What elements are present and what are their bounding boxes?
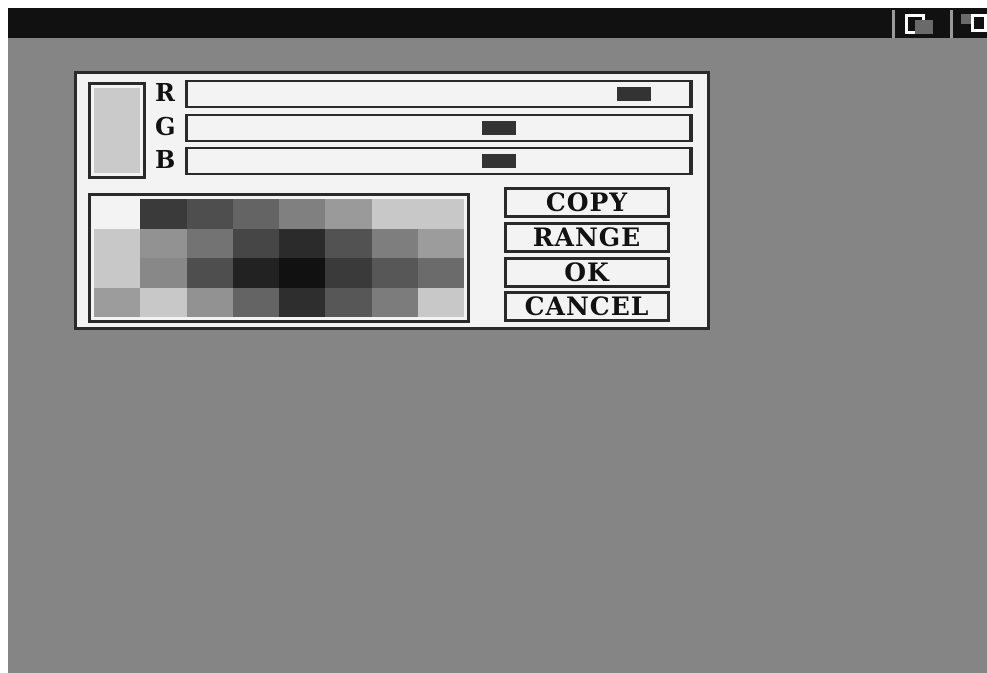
- palette-swatch-21[interactable]: [325, 258, 372, 288]
- blue-slider-row: B: [155, 147, 701, 175]
- palette-swatch-27[interactable]: [232, 287, 279, 317]
- palette-swatch-9[interactable]: [140, 228, 187, 258]
- blue-slider[interactable]: [185, 147, 693, 175]
- palette-swatch-29[interactable]: [325, 287, 372, 317]
- ok-button[interactable]: OK: [504, 257, 670, 288]
- depth-arrange-icon: [905, 14, 933, 34]
- current-color-preview: [88, 82, 146, 179]
- palette-swatch-15[interactable]: [417, 228, 464, 258]
- palette-swatch-17[interactable]: [140, 258, 187, 288]
- palette-swatch-10[interactable]: [186, 228, 233, 258]
- palette-swatch-12[interactable]: [279, 228, 326, 258]
- palette-swatch-7[interactable]: [417, 199, 464, 229]
- screen: R G B COPY RANGE OK CANCEL: [8, 8, 987, 673]
- current-color-swatch: [94, 88, 140, 173]
- screen-title-bar[interactable]: [8, 8, 987, 38]
- palette-swatch-4[interactable]: [279, 199, 326, 229]
- palette-swatch-30[interactable]: [371, 287, 418, 317]
- palette-swatch-22[interactable]: [371, 258, 418, 288]
- palette-swatch-0[interactable]: [94, 199, 141, 229]
- green-slider[interactable]: [185, 114, 693, 142]
- red-slider[interactable]: [185, 80, 693, 108]
- palette-swatch-16[interactable]: [94, 258, 141, 288]
- color-palette: [88, 193, 470, 323]
- red-slider-row: R: [155, 80, 701, 108]
- palette-swatch-31[interactable]: [417, 287, 464, 317]
- blue-slider-knob[interactable]: [481, 154, 516, 168]
- depth-gadget[interactable]: [892, 10, 942, 38]
- green-slider-row: G: [155, 114, 701, 142]
- palette-swatch-19[interactable]: [232, 258, 279, 288]
- palette-dialog: R G B COPY RANGE OK CANCEL: [74, 71, 710, 330]
- zoom-gadget[interactable]: [950, 10, 987, 38]
- palette-swatch-20[interactable]: [279, 258, 326, 288]
- palette-swatch-18[interactable]: [186, 258, 233, 288]
- palette-swatch-1[interactable]: [140, 199, 187, 229]
- palette-swatch-14[interactable]: [371, 228, 418, 258]
- palette-grid: [94, 199, 464, 317]
- green-slider-label: G: [155, 112, 176, 141]
- red-slider-label: R: [155, 78, 175, 107]
- palette-swatch-24[interactable]: [94, 287, 141, 317]
- palette-swatch-25[interactable]: [140, 287, 187, 317]
- palette-swatch-23[interactable]: [417, 258, 464, 288]
- palette-swatch-13[interactable]: [325, 228, 372, 258]
- palette-swatch-6[interactable]: [371, 199, 418, 229]
- palette-swatch-11[interactable]: [232, 228, 279, 258]
- zoom-icon: [961, 14, 987, 34]
- cancel-button[interactable]: CANCEL: [504, 291, 670, 322]
- range-button[interactable]: RANGE: [504, 222, 670, 253]
- palette-swatch-2[interactable]: [186, 199, 233, 229]
- palette-swatch-5[interactable]: [325, 199, 372, 229]
- palette-swatch-26[interactable]: [186, 287, 233, 317]
- green-slider-knob[interactable]: [481, 121, 516, 135]
- palette-swatch-8[interactable]: [94, 228, 141, 258]
- copy-button[interactable]: COPY: [504, 187, 670, 218]
- blue-slider-label: B: [155, 145, 176, 174]
- palette-swatch-3[interactable]: [232, 199, 279, 229]
- palette-swatch-28[interactable]: [279, 287, 326, 317]
- red-slider-knob[interactable]: [616, 87, 651, 101]
